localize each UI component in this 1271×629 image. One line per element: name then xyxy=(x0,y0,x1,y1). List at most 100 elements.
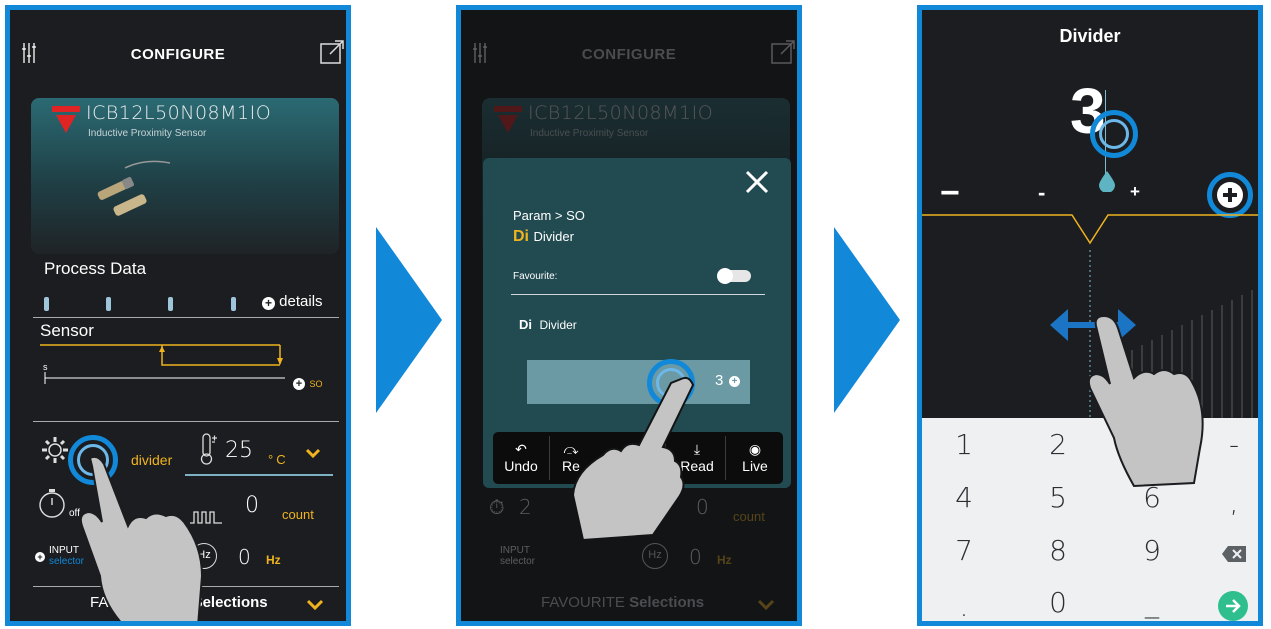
key-9[interactable]: 9 xyxy=(1122,534,1182,567)
device-model: ICB12L50N08M1IO xyxy=(528,102,714,124)
divider-line xyxy=(33,421,339,422)
bg-input-sub: selector xyxy=(500,556,536,567)
plus-circle-icon: + xyxy=(262,297,275,310)
key-2[interactable]: 2 xyxy=(1028,428,1088,461)
record-icon: ◉ xyxy=(748,441,762,457)
timer-icon: ⏱ xyxy=(489,495,505,519)
chart-s-label: s xyxy=(43,362,48,372)
drop-marker-icon xyxy=(1099,170,1115,197)
plus-circle-icon: + xyxy=(293,378,305,390)
step-arrow xyxy=(834,227,900,413)
gear-icon[interactable] xyxy=(40,435,70,470)
background-timer-row: ⏱ 2 xyxy=(489,495,532,519)
bg-hz-unit: Hz xyxy=(717,553,732,567)
page-title: CONFIGURE xyxy=(581,46,677,63)
field-heading: Di Divider xyxy=(519,316,577,334)
chevron-down-icon[interactable] xyxy=(305,446,321,464)
bg-hz-icon: Hz xyxy=(648,549,662,561)
page-title: CONFIGURE xyxy=(130,46,226,63)
undo-icon: ↶ xyxy=(515,441,527,457)
pointing-hand xyxy=(1082,308,1222,488)
param-heading: Di Divider xyxy=(513,228,574,246)
favourite-prefix: FAVOURITE xyxy=(541,594,625,611)
key-comma[interactable]: , xyxy=(1204,486,1258,519)
touch-highlight xyxy=(1090,110,1138,158)
so-add[interactable]: + SO xyxy=(293,374,322,392)
favourite-bar: FAVOURITE Selections xyxy=(541,594,704,611)
toolbar-divider xyxy=(549,436,550,480)
hz-icon: Hz xyxy=(642,543,668,569)
temperature-unit: °C xyxy=(268,452,289,467)
device-model: ICB12L50N08M1IO xyxy=(86,102,272,124)
key-0[interactable]: 0 xyxy=(1028,586,1088,619)
details-link[interactable]: + details xyxy=(262,293,323,310)
bg-count-unit: count xyxy=(733,509,765,524)
screen-parameter-dialog: CONFIGURE ICB12L50N08M1IO Inductive Prox… xyxy=(456,5,802,626)
plus-circle-icon: + xyxy=(35,552,45,562)
chevron-down-icon[interactable] xyxy=(306,598,324,616)
details-label: details xyxy=(279,293,323,310)
brand-logo xyxy=(52,106,80,141)
bg-input-label: INPUT xyxy=(500,545,530,556)
divider-line xyxy=(511,294,765,295)
param-code: Di xyxy=(513,228,529,245)
pointing-hand xyxy=(563,375,703,545)
key-7[interactable]: 7 xyxy=(934,534,994,567)
key-5[interactable]: 5 xyxy=(1028,481,1088,514)
key-8[interactable]: 8 xyxy=(1028,534,1088,567)
brand-logo xyxy=(494,106,522,141)
key-space[interactable]: _ xyxy=(1122,586,1182,619)
favourite-toggle[interactable] xyxy=(717,268,751,284)
favourite-label: Favourite: xyxy=(513,271,558,282)
device-card[interactable]: ICB12L50N08M1IO Inductive Proximity Sens… xyxy=(31,98,339,254)
field-name: Divider xyxy=(539,318,577,332)
divider-line xyxy=(33,317,339,318)
chevron-down-icon xyxy=(757,598,775,616)
breadcrumb: Param > SO xyxy=(513,208,585,223)
increment-small-button[interactable]: + xyxy=(1130,182,1140,202)
favourite-bold: Selections xyxy=(629,594,705,611)
bg-timer-value: 2 xyxy=(518,495,532,519)
close-icon[interactable] xyxy=(745,170,769,199)
param-name: Divider xyxy=(533,229,574,244)
timer-icon xyxy=(38,487,68,524)
count-value: 0 xyxy=(245,493,259,518)
switching-chart xyxy=(40,340,330,390)
enter-button[interactable] xyxy=(1218,591,1248,621)
pointing-hand xyxy=(72,455,212,621)
toggle-knob xyxy=(717,268,733,284)
undo-button[interactable]: ↶ Undo xyxy=(493,442,549,474)
plus-circle-icon[interactable]: + xyxy=(729,376,740,387)
export-icon[interactable] xyxy=(320,40,344,64)
decrement-small-button[interactable]: - xyxy=(1038,180,1045,206)
so-label: SO xyxy=(309,379,323,389)
key-dot[interactable]: . xyxy=(934,590,994,621)
hz-value: 0 xyxy=(238,545,251,569)
live-button[interactable]: ◉ Live xyxy=(727,442,783,474)
process-data-label: Process Data xyxy=(44,259,147,278)
key-4[interactable]: 4 xyxy=(934,481,994,514)
key-1[interactable]: 1 xyxy=(934,428,994,461)
field-value: 3 xyxy=(715,372,724,389)
sensor-label: Sensor xyxy=(40,321,94,340)
screen-configure: CONFIGURE ICB12L50N08M1IO Inductive Prox… xyxy=(5,5,351,626)
device-type: Inductive Proximity Sensor xyxy=(530,128,649,139)
process-indicator xyxy=(231,297,236,311)
screen-divider-editor: Divider 3 − - + 1 2 - 4 5 6 , 7 8 9 . 0 … xyxy=(917,5,1263,626)
backspace-icon[interactable] xyxy=(1222,546,1246,567)
hz-unit: Hz xyxy=(266,553,281,567)
device-type: Inductive Proximity Sensor xyxy=(88,128,207,139)
sensor-image xyxy=(85,158,175,233)
arrow-right-icon xyxy=(1226,599,1241,613)
process-indicator xyxy=(168,297,173,311)
undo-label: Undo xyxy=(504,458,538,474)
field-code: Di xyxy=(519,317,532,332)
live-label: Live xyxy=(742,458,768,474)
bg-hz-value: 0 xyxy=(689,545,702,569)
process-indicator xyxy=(44,297,49,311)
editor-title: Divider xyxy=(1059,26,1121,46)
toolbar-divider xyxy=(725,436,726,480)
process-indicator xyxy=(106,297,111,311)
export-icon xyxy=(771,40,795,69)
step-arrow xyxy=(376,227,442,413)
